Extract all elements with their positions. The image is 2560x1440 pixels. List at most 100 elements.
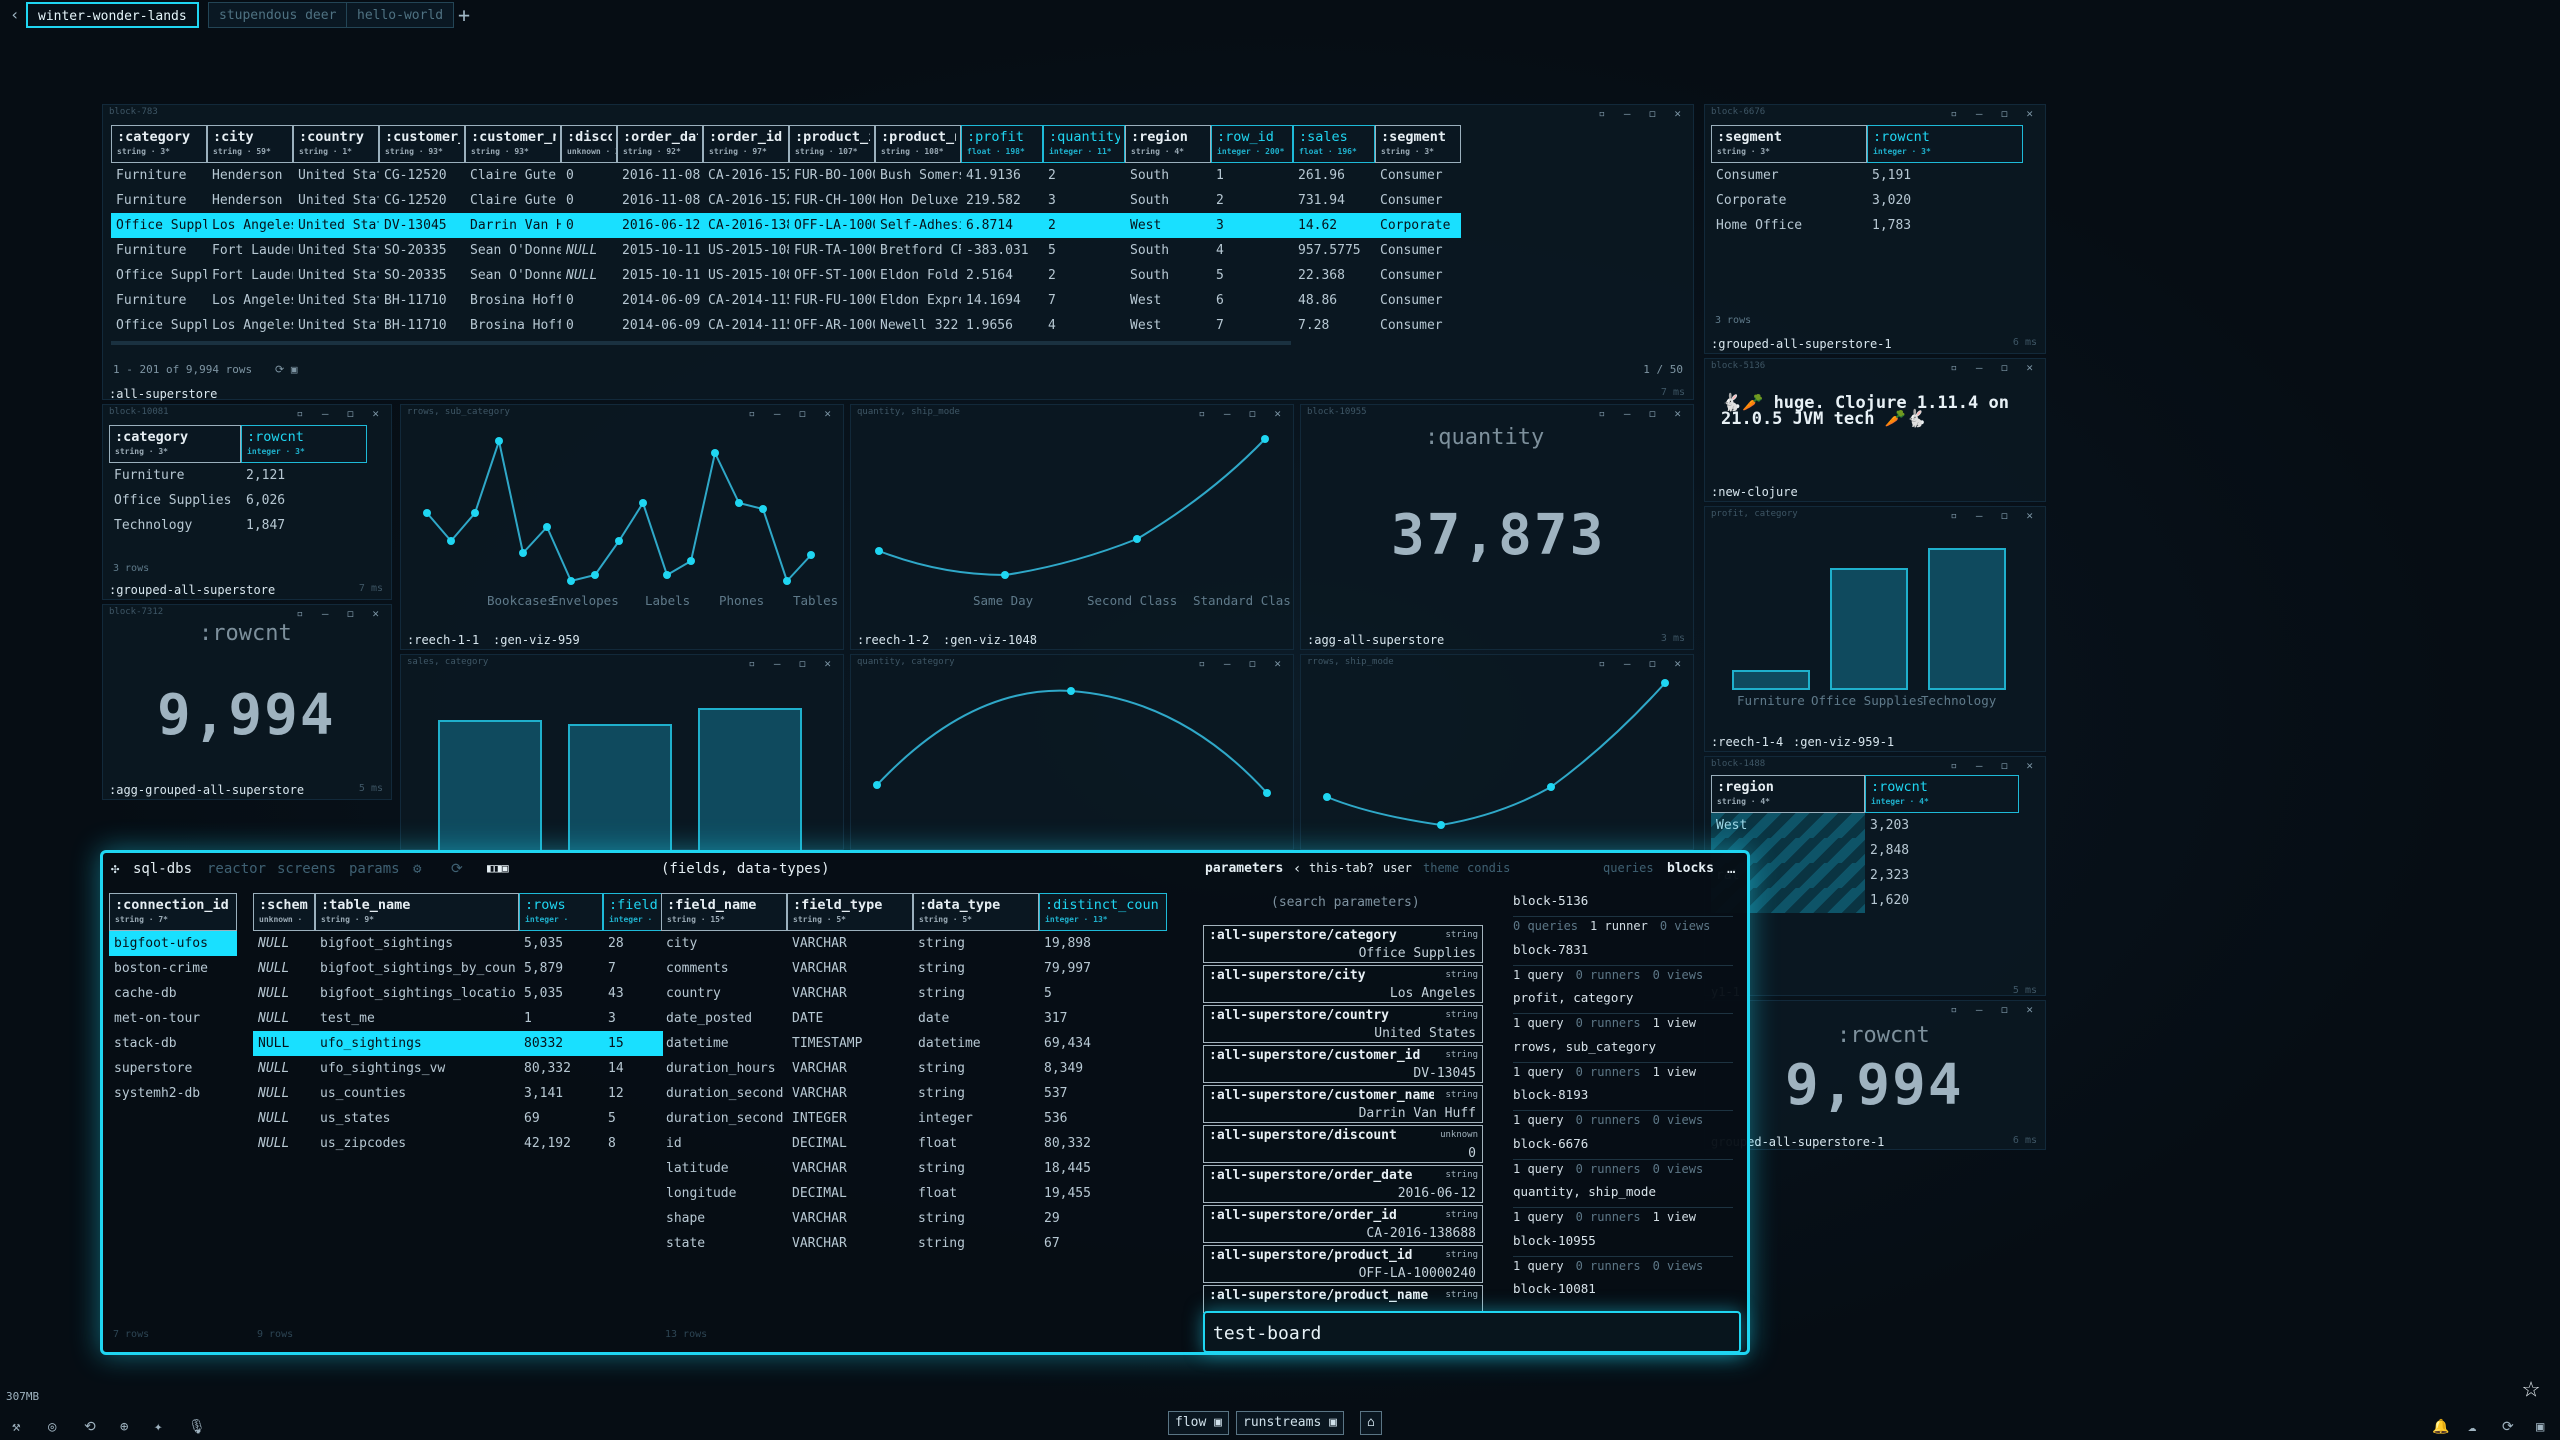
eye-off-icon[interactable]: ◎ <box>48 1419 56 1435</box>
block-item[interactable]: block-7831 1 query 0 runners 0 views <box>1513 942 1733 982</box>
param-item[interactable]: :all-superstore/customer_id string DV-1304… <box>1203 1045 1483 1083</box>
tab-winter-wonder-lands[interactable]: winter-wonder-lands <box>26 2 199 28</box>
col-header[interactable]: :connection_id <box>115 897 232 913</box>
param-item[interactable]: :all-superstore/order_id string CA-2016-13… <box>1203 1205 1483 1243</box>
table-row[interactable]: NULL ufo_sightings_vw 80,332 14 <box>253 1056 663 1081</box>
col-header[interactable]: :customer_n <box>471 129 556 145</box>
block-item[interactable]: profit, category 1 query 0 runners 1 view <box>1513 990 1733 1030</box>
col-header[interactable]: :schem <box>259 897 310 913</box>
back-icon[interactable]: ‹ <box>10 2 20 28</box>
col-header[interactable]: :row_id <box>1217 129 1288 145</box>
connection-item[interactable]: bigfoot-ufos <box>109 931 237 956</box>
block-item[interactable]: quantity, ship_mode 1 query 0 runners 1 vie… <box>1513 1184 1733 1224</box>
col-header[interactable]: :rows <box>525 897 598 913</box>
table-row[interactable]: NULL ufo_sightings 80332 15 <box>253 1031 663 1056</box>
connection-item[interactable]: stack-db <box>109 1031 237 1056</box>
table-row[interactable]: country VARCHAR string 5 <box>661 981 1167 1006</box>
more-icon[interactable]: … <box>1727 861 1735 877</box>
col-header[interactable]: :segment <box>1381 129 1456 145</box>
table-row[interactable]: NULL us_states 69 5 <box>253 1106 663 1131</box>
table-row[interactable]: Furniture Henderson United State CG-12520 Cl… <box>111 188 1461 213</box>
refresh-icon[interactable]: ⟳ ▣ <box>275 363 297 376</box>
col-header[interactable]: :quantity <box>1049 129 1120 145</box>
table-row[interactable]: 1,620 <box>1711 888 2019 913</box>
sync-icon[interactable]: ⟲ <box>84 1419 96 1435</box>
table-row[interactable]: West 3,203 <box>1711 813 2019 838</box>
col-header[interactable]: :field_type <box>793 897 908 913</box>
tab-this-tab[interactable]: this-tab? <box>1309 861 1374 875</box>
window-controls[interactable]: ▫ – ◻ ✕ <box>1599 407 1687 420</box>
pager[interactable]: 1 / 50 <box>1643 363 1683 376</box>
connection-item[interactable]: superstore <box>109 1056 237 1081</box>
window-controls[interactable]: ▫ – ◻ ✕ <box>1951 759 2039 772</box>
window-controls[interactable]: ▫ – ◻ ✕ <box>1951 107 2039 120</box>
table-row[interactable]: latitude VARCHAR string 18,445 <box>661 1156 1167 1181</box>
horizontal-scrollbar[interactable] <box>111 341 1291 345</box>
param-item[interactable]: :all-superstore/country string United Stat… <box>1203 1005 1483 1043</box>
col-header[interactable]: :customer_i <box>385 129 460 145</box>
menu-reactor[interactable]: reactor <box>207 861 266 877</box>
window-controls[interactable]: ▫ – ◻ ✕ <box>1599 107 1687 120</box>
sparkle-icon[interactable]: ✦ <box>154 1419 162 1435</box>
col-header[interactable]: :rowcnt <box>1871 779 2014 795</box>
col-header[interactable]: :table_name <box>321 897 514 913</box>
tab-theme[interactable]: theme <box>1423 861 1459 875</box>
param-item[interactable]: :all-superstore/discount unknown 0 <box>1203 1125 1483 1163</box>
col-header[interactable]: :distinct_coun <box>1045 897 1162 913</box>
block-item[interactable]: block-5136 0 queries 1 runner 0 views <box>1513 893 1733 933</box>
col-header[interactable]: :country <box>299 129 374 145</box>
mic-icon[interactable]: 🎙 <box>188 1419 206 1435</box>
refresh-icon[interactable]: ⟳ <box>451 861 463 877</box>
refresh-icon[interactable]: ⟳ <box>2502 1419 2514 1435</box>
col-header[interactable]: :segment <box>1717 129 1862 145</box>
tab-parameters[interactable]: parameters <box>1205 861 1283 876</box>
table-row[interactable]: NULL bigfoot_sightings 5,035 28 <box>253 931 663 956</box>
table-row[interactable]: shape VARCHAR string 29 <box>661 1206 1167 1231</box>
window-controls[interactable]: ▫ – ◻ ✕ <box>1951 361 2039 374</box>
col-header[interactable]: :order_id <box>709 129 784 145</box>
col-header[interactable]: :product_na <box>881 129 956 145</box>
save-icon[interactable]: ▣ <box>2536 1419 2544 1435</box>
col-header[interactable]: :field <box>609 897 658 913</box>
tab-stupendous-deer[interactable]: stupendous deer <box>208 2 348 28</box>
param-item[interactable]: :all-superstore/product_id string OFF-LA-1… <box>1203 1245 1483 1283</box>
block-item[interactable]: block-10081 <box>1513 1281 1733 1303</box>
layout-icons[interactable]: ◧◨▣ <box>487 861 509 875</box>
block-item[interactable]: block-6676 1 query 0 runners 0 views <box>1513 1136 1733 1176</box>
col-header[interactable]: :region <box>1717 779 1860 795</box>
cloud-icon[interactable]: ☁ <box>2468 1419 2476 1435</box>
chevron-left-icon[interactable]: ‹ <box>1293 861 1301 877</box>
tab-blocks[interactable]: blocks <box>1667 861 1714 876</box>
table-row[interactable]: duration_hours VARCHAR string 8,349 <box>661 1056 1167 1081</box>
table-row[interactable]: duration_second INTEGER integer 536 <box>661 1106 1167 1131</box>
col-header[interactable]: :city <box>213 129 288 145</box>
col-header[interactable]: :rowcnt <box>247 429 362 445</box>
runstreams-button[interactable]: runstreams ▣ <box>1236 1411 1344 1435</box>
table-row[interactable]: Office Supplies 6,026 <box>109 488 367 513</box>
board-bar[interactable]: test-board <box>1203 1311 1741 1353</box>
bell-icon[interactable]: 🔔 <box>2432 1419 2449 1435</box>
connection-item[interactable]: systemh2-db <box>109 1081 237 1106</box>
param-item[interactable]: :all-superstore/city string Los Angeles <box>1203 965 1483 1003</box>
col-header[interactable]: :discount <box>567 129 612 145</box>
window-controls[interactable]: ▫ – ◻ ✕ <box>297 607 385 620</box>
table-row[interactable]: longitude DECIMAL float 19,455 <box>661 1181 1167 1206</box>
col-header[interactable]: :order_date <box>623 129 698 145</box>
col-header[interactable]: :data_type <box>919 897 1034 913</box>
table-row[interactable]: comments VARCHAR string 79,997 <box>661 956 1167 981</box>
table-row[interactable]: NULL bigfoot_sightings_by_coun 5,879 7 <box>253 956 663 981</box>
block-item[interactable]: block-10955 1 query 0 runners 0 views <box>1513 1233 1733 1273</box>
table-row[interactable]: ral2,323 <box>1711 863 2019 888</box>
table-row[interactable]: id DECIMAL float 80,332 <box>661 1131 1167 1156</box>
window-controls[interactable]: ▫ – ◻ ✕ <box>297 407 385 420</box>
table-row[interactable]: 2,848 <box>1711 838 2019 863</box>
connection-item[interactable]: boston-crime <box>109 956 237 981</box>
param-item[interactable]: :all-superstore/category string Office Sup… <box>1203 925 1483 963</box>
block-item[interactable]: rrows, sub_category 1 query 0 runners 1 vie… <box>1513 1039 1733 1079</box>
connection-item[interactable]: cache-db <box>109 981 237 1006</box>
table-row[interactable]: Technology 1,847 <box>109 513 367 538</box>
table-row[interactable]: Furniture Fort Lauderd United State SO-2033… <box>111 238 1461 263</box>
tab-user[interactable]: user <box>1383 861 1412 875</box>
tools-icon[interactable]: ⚒ <box>12 1419 20 1435</box>
table-row[interactable]: NULL bigfoot_sightings_locatio 5,035 43 <box>253 981 663 1006</box>
